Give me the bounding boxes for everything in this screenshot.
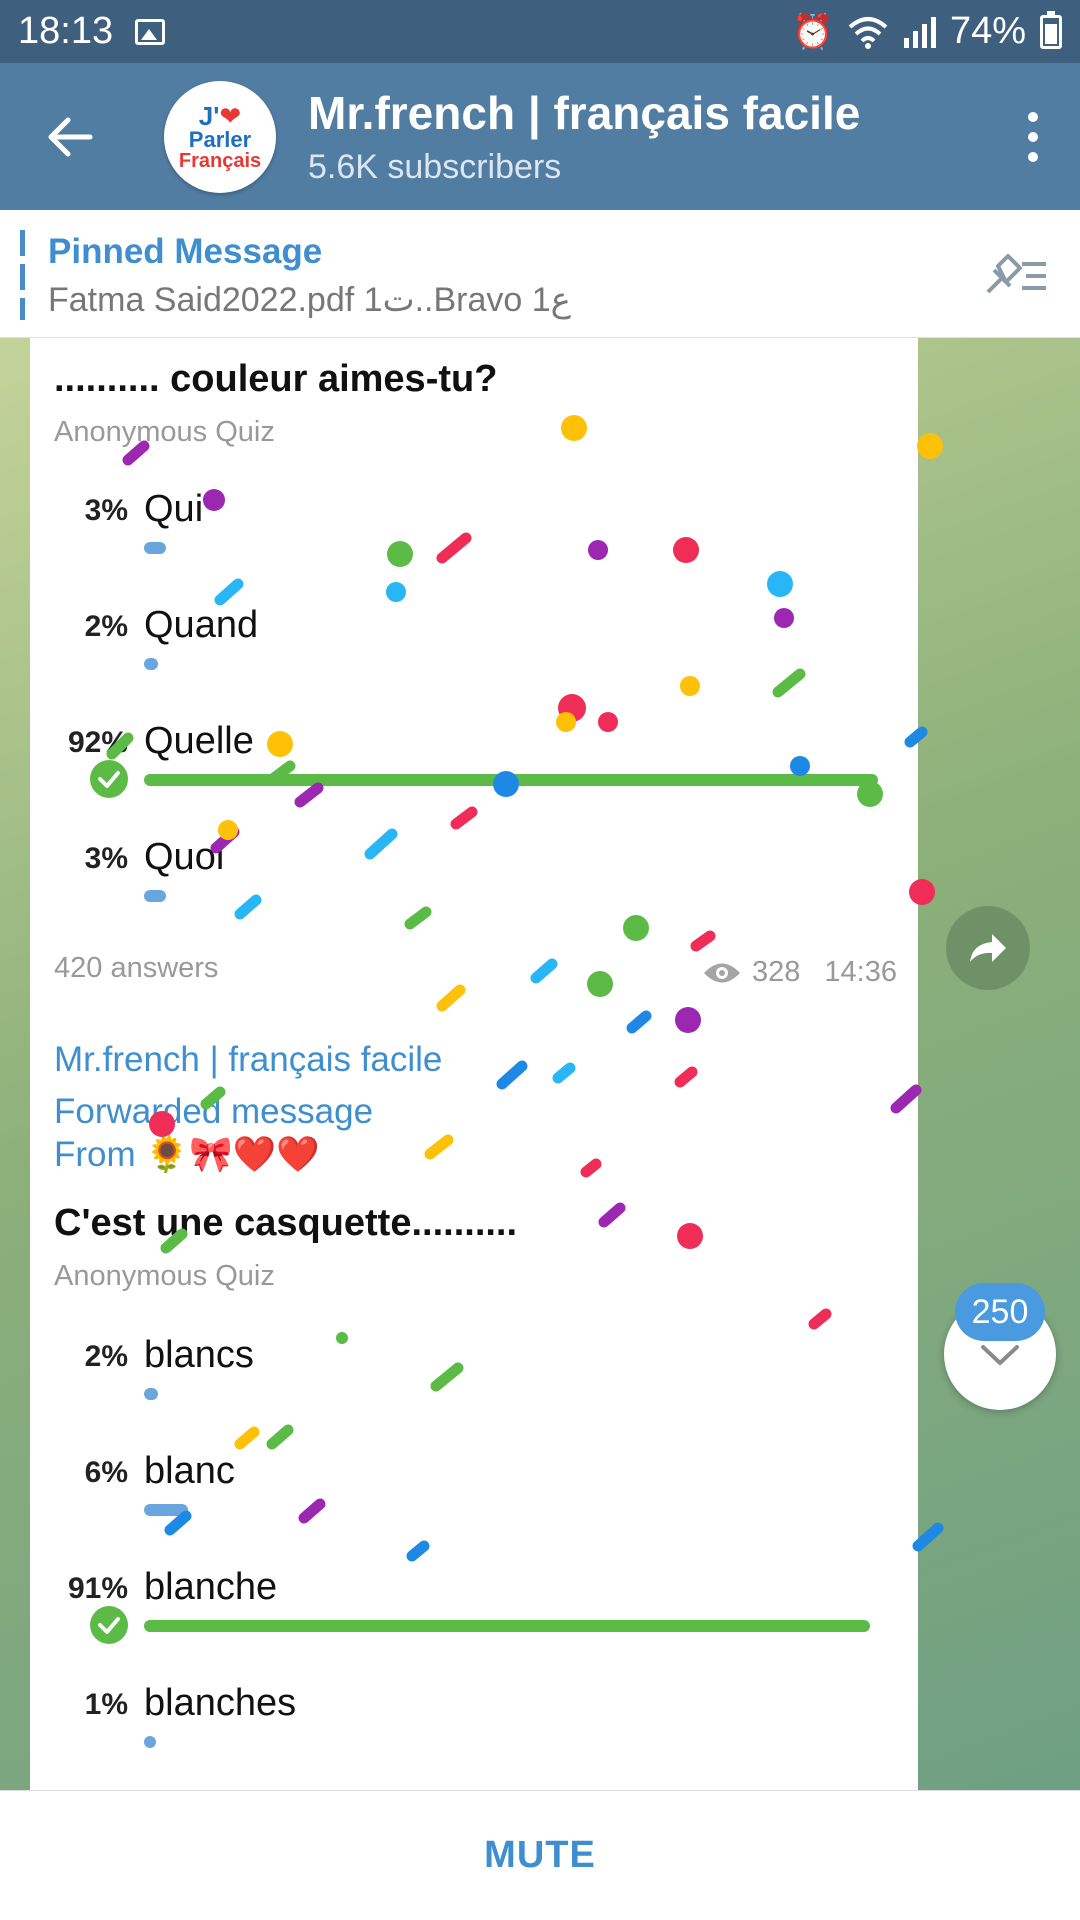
- wifi-icon: [848, 16, 888, 49]
- channel-info[interactable]: Mr.french | français facile 5.6K subscri…: [308, 86, 860, 187]
- quiz-option-correct: 92% Quelle: [30, 720, 918, 826]
- views-eye-icon: [704, 963, 740, 982]
- quiz-option: 2% Quand: [30, 604, 918, 710]
- option-percent: 92%: [67, 726, 128, 759]
- option-bar: [144, 542, 166, 554]
- dot-icon: [1028, 111, 1038, 122]
- share-arrow-icon: [970, 934, 1006, 962]
- chat-area[interactable]: .......... couleur aimes-tu? Anonymous Q…: [0, 338, 1080, 1790]
- option-percent: 3%: [84, 842, 128, 875]
- option-label: blanc: [144, 1450, 235, 1492]
- share-button[interactable]: [946, 906, 1030, 990]
- back-button[interactable]: [42, 109, 98, 165]
- option-label: Quand: [144, 604, 259, 646]
- option-label: blanche: [144, 1566, 278, 1608]
- back-arrow-icon: [48, 117, 93, 156]
- status-bar: 18:13 ⏰ 74%: [0, 0, 1080, 63]
- mute-button[interactable]: MUTE: [484, 1834, 596, 1877]
- subscriber-count: 5.6K subscribers: [308, 148, 562, 186]
- channel-avatar[interactable]: J'❤ Parler Français: [164, 80, 276, 193]
- dot-icon: [1028, 151, 1038, 162]
- option-bar: [144, 1736, 156, 1748]
- pinned-list-icon[interactable]: [980, 250, 1050, 300]
- quiz-option: 2% blancs: [30, 1334, 918, 1440]
- battery-percent: 74%: [949, 10, 1026, 52]
- option-bar: [144, 1504, 188, 1516]
- quiz-option: 3% Quoi: [30, 836, 918, 942]
- correct-check-icon: [90, 1606, 128, 1644]
- option-percent: 3%: [84, 494, 128, 527]
- quiz-type: Anonymous Quiz: [54, 416, 275, 448]
- quiz-message-2: Mr.french | français facile Forwarded me…: [30, 1018, 918, 1790]
- quiz-option-correct: 91% blanche: [30, 1566, 918, 1672]
- correct-check-icon: [90, 760, 128, 798]
- option-label: blanches: [144, 1682, 297, 1724]
- option-percent: 91%: [67, 1572, 128, 1605]
- signal-icon: [903, 16, 936, 48]
- message-meta: 328 14:36: [702, 956, 897, 989]
- status-time: 18:13: [18, 10, 114, 52]
- heart-icon: ❤: [219, 100, 242, 131]
- channel-name: Mr.french | français facile: [308, 87, 861, 139]
- option-label: Qui: [144, 488, 204, 530]
- option-percent: 2%: [84, 1340, 128, 1373]
- quiz-question: .......... couleur aimes-tu?: [54, 358, 498, 400]
- quiz-option: 3% Qui: [30, 488, 918, 594]
- option-percent: 6%: [84, 1456, 128, 1489]
- alarm-icon: ⏰: [791, 12, 834, 51]
- channel-sender: Mr.french | français facile: [54, 1040, 443, 1079]
- option-percent: 1%: [84, 1688, 128, 1721]
- pinned-title: Pinned Message: [48, 232, 323, 271]
- option-bar: [144, 774, 878, 786]
- more-options-button[interactable]: [1026, 111, 1040, 162]
- unread-count-badge: 250: [955, 1283, 1045, 1341]
- quiz-question: C'est une casquette..........: [54, 1202, 518, 1244]
- option-bar: [144, 1388, 158, 1400]
- view-count: 328: [752, 956, 801, 988]
- message-time: 14:36: [824, 956, 897, 988]
- forwarded-from: From 🌻🎀❤️❤️: [54, 1135, 320, 1174]
- mute-bar[interactable]: MUTE: [0, 1790, 1080, 1920]
- quiz-type: Anonymous Quiz: [54, 1260, 275, 1292]
- answer-count: 420 answers: [54, 952, 219, 984]
- option-bar: [144, 658, 158, 670]
- quiz-option: 6% blanc: [30, 1450, 918, 1556]
- battery-icon: [1040, 10, 1062, 49]
- avatar-line2: Parler: [188, 126, 252, 152]
- pinned-indicator: [20, 230, 25, 320]
- pinned-message-bar[interactable]: Pinned Message Fatma Said2022.pdf 1ت..Br…: [0, 210, 1080, 338]
- option-bar: [144, 890, 166, 902]
- image-notification-icon: [135, 18, 166, 45]
- option-label: blancs: [144, 1334, 254, 1376]
- option-label: Quelle: [144, 720, 254, 762]
- quiz-option: 1% blanches: [30, 1682, 918, 1788]
- avatar-line3: Français: [178, 149, 262, 172]
- pinned-text: Fatma Said2022.pdf 1ت..Bravo ع1: [48, 281, 571, 319]
- option-percent: 2%: [84, 610, 128, 643]
- option-label: Quoi: [144, 836, 225, 878]
- app-bar: J'❤ Parler Français Mr.french | français…: [0, 63, 1080, 210]
- option-bar: [144, 1620, 870, 1632]
- forwarded-label: Forwarded message: [54, 1092, 374, 1131]
- dot-icon: [1028, 131, 1038, 142]
- avatar-line1: J': [198, 100, 220, 131]
